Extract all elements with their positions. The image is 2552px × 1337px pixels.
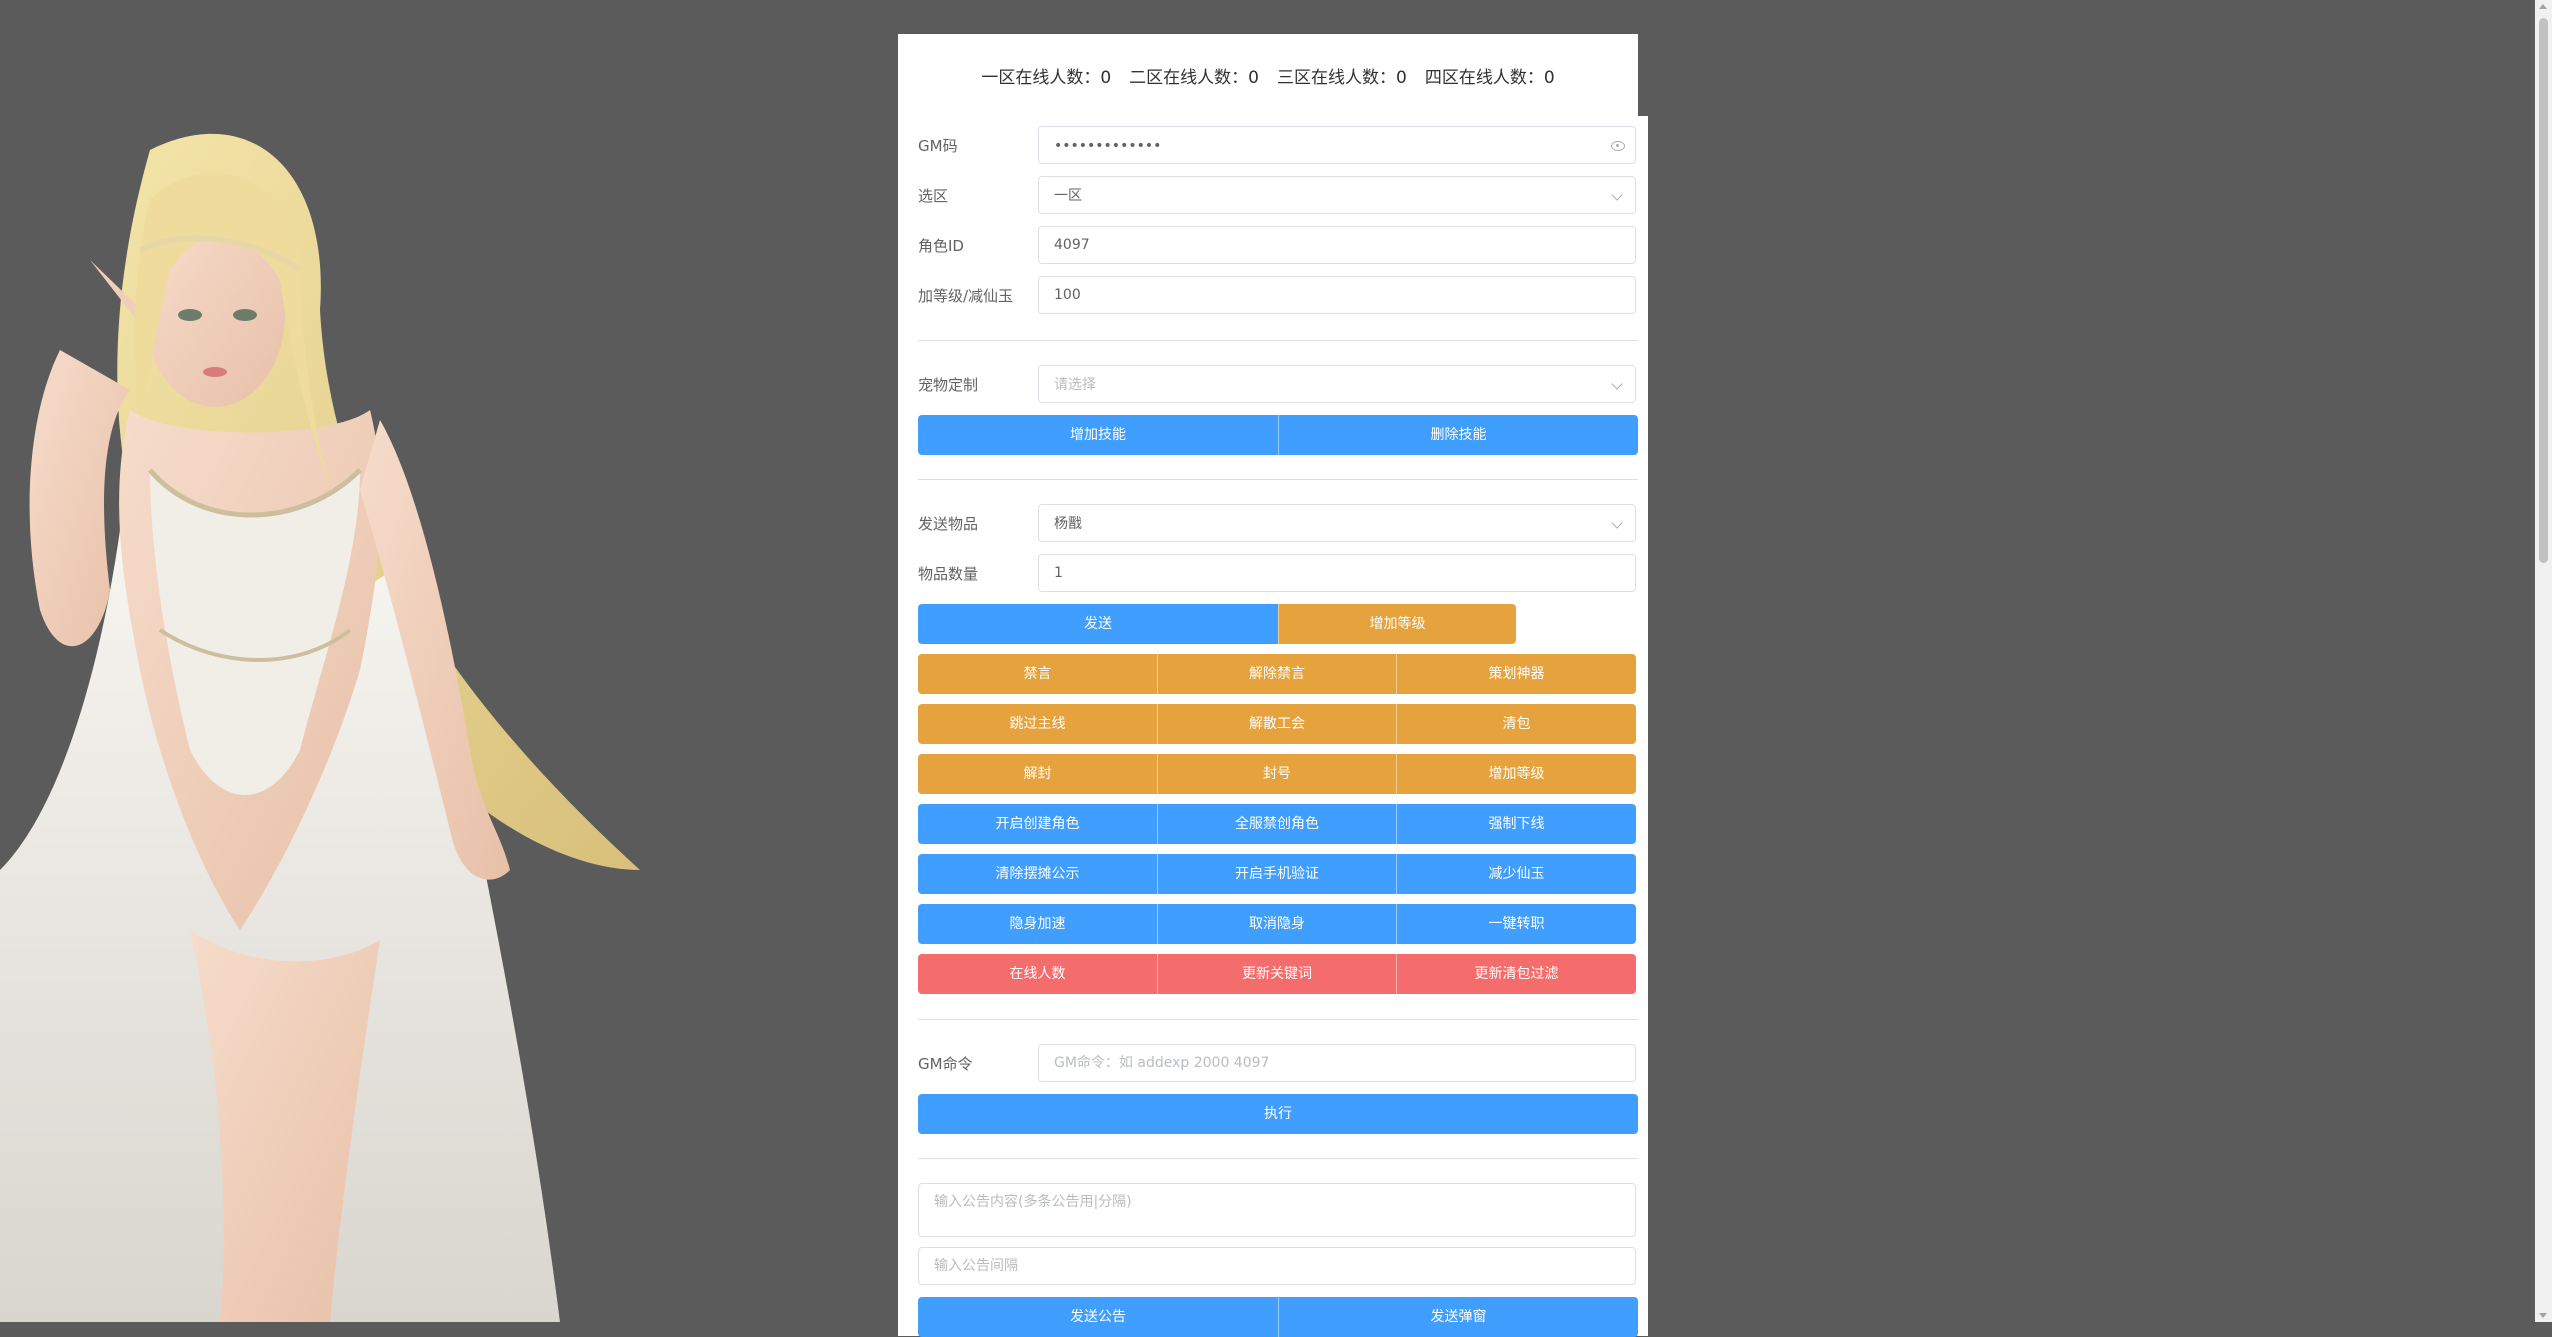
- role-id-input[interactable]: [1038, 226, 1636, 264]
- zone-4-online: 四区在线人数：0: [1424, 67, 1555, 88]
- skip-main-quest-button[interactable]: 跳过主线: [918, 704, 1157, 744]
- level-input[interactable]: [1038, 276, 1636, 314]
- add-skill-button[interactable]: 增加技能: [918, 415, 1278, 455]
- chevron-down-icon: [1611, 189, 1623, 201]
- role-id-label: 角色ID: [918, 237, 964, 255]
- send-item-row: 发送物品 杨戬: [918, 504, 1638, 544]
- add-level-button[interactable]: 增加等级: [1278, 604, 1516, 644]
- zone-select[interactable]: 一区: [1038, 176, 1636, 214]
- character-illustration: [0, 133, 640, 1322]
- execute-button-group: 执行: [918, 1094, 1638, 1134]
- chevron-down-icon: [1611, 517, 1623, 529]
- clear-bag-button[interactable]: 清包: [1396, 704, 1636, 744]
- delete-skill-button[interactable]: 删除技能: [1278, 415, 1638, 455]
- announcement-textarea[interactable]: [918, 1183, 1636, 1237]
- gm-command-label: GM命令: [918, 1055, 973, 1073]
- role-id-row: 角色ID: [918, 226, 1638, 266]
- zone-3-online: 三区在线人数：0: [1277, 67, 1407, 88]
- send-button-group: 发送 增加等级: [918, 604, 1516, 644]
- stealth-speed-button[interactable]: 隐身加速: [918, 904, 1157, 944]
- scroll-thumb[interactable]: [2539, 18, 2548, 563]
- page-scrollbar[interactable]: [2535, 0, 2552, 1322]
- item-count-label: 物品数量: [918, 565, 979, 583]
- disable-create-role-button[interactable]: 全服禁创角色: [1157, 804, 1396, 844]
- update-keywords-button[interactable]: 更新关键词: [1157, 954, 1396, 994]
- level-row: 加等级/减仙玉: [918, 276, 1638, 316]
- gm-tool-panel: GM码 ••••••••••••• 选区 一区 角色ID 加等级/减仙玉 宠物定…: [898, 116, 1648, 1337]
- item-count-input[interactable]: [1038, 554, 1636, 592]
- unmute-button[interactable]: 解除禁言: [1157, 654, 1396, 694]
- zone-label: 选区: [918, 187, 949, 205]
- action-group-4: 开启创建角色 全服禁创角色 强制下线: [918, 804, 1636, 844]
- ban-button[interactable]: 封号: [1157, 754, 1396, 794]
- plan-artifact-button[interactable]: 策划神器: [1396, 654, 1636, 694]
- divider: [918, 1019, 1638, 1020]
- open-phone-verify-button[interactable]: 开启手机验证: [1157, 854, 1396, 894]
- execute-button[interactable]: 执行: [918, 1094, 1638, 1134]
- online-count-button[interactable]: 在线人数: [918, 954, 1157, 994]
- clear-stall-button[interactable]: 清除摆摊公示: [918, 854, 1157, 894]
- zone-row: 选区 一区: [918, 176, 1638, 216]
- gm-code-input[interactable]: •••••••••••••: [1038, 126, 1636, 164]
- send-item-label: 发送物品: [918, 515, 979, 533]
- unban-button[interactable]: 解封: [918, 754, 1157, 794]
- scroll-down-icon[interactable]: [2539, 1313, 2547, 1318]
- announcement-interval-input[interactable]: [918, 1247, 1636, 1285]
- send-button[interactable]: 发送: [918, 604, 1278, 644]
- pet-row: 宠物定制 请选择: [918, 365, 1638, 405]
- force-offline-button[interactable]: 强制下线: [1396, 804, 1636, 844]
- online-status-card: 一区在线人数：0 二区在线人数：0 三区在线人数：0 四区在线人数：0: [898, 34, 1638, 116]
- gm-command-input[interactable]: [1038, 1044, 1636, 1082]
- gm-code-label: GM码: [918, 137, 958, 155]
- action-group-5: 清除摆摊公示 开启手机验证 减少仙玉: [918, 854, 1636, 894]
- send-barrage-button[interactable]: 发送弹窗: [1278, 1297, 1638, 1337]
- action-group-1: 禁言 解除禁言 策划神器: [918, 654, 1636, 694]
- divider: [918, 340, 1638, 341]
- send-announcement-button[interactable]: 发送公告: [918, 1297, 1278, 1337]
- divider: [918, 1158, 1638, 1159]
- zone-1-online: 一区在线人数：0: [981, 67, 1112, 88]
- gm-command-row: GM命令: [918, 1044, 1638, 1084]
- pet-select[interactable]: 请选择: [1038, 365, 1636, 403]
- skill-button-group: 增加技能 删除技能: [918, 415, 1638, 455]
- announcement-button-group: 发送公告 发送弹窗: [918, 1297, 1638, 1337]
- update-clear-filter-button[interactable]: 更新清包过滤: [1396, 954, 1636, 994]
- scroll-up-icon[interactable]: [2539, 4, 2547, 9]
- item-count-row: 物品数量: [918, 554, 1638, 594]
- action-group-7: 在线人数 更新关键词 更新清包过滤: [918, 954, 1636, 994]
- divider: [918, 479, 1638, 480]
- cancel-stealth-button[interactable]: 取消隐身: [1157, 904, 1396, 944]
- add-level-button-2[interactable]: 增加等级: [1396, 754, 1636, 794]
- reduce-jade-button[interactable]: 减少仙玉: [1396, 854, 1636, 894]
- eye-icon[interactable]: [1611, 141, 1625, 151]
- open-create-role-button[interactable]: 开启创建角色: [918, 804, 1157, 844]
- level-label: 加等级/减仙玉: [918, 287, 1014, 305]
- action-group-3: 解封 封号 增加等级: [918, 754, 1636, 794]
- action-group-2: 跳过主线 解散工会 清包: [918, 704, 1636, 744]
- one-click-job-button[interactable]: 一键转职: [1396, 904, 1636, 944]
- mute-button[interactable]: 禁言: [918, 654, 1157, 694]
- pet-label: 宠物定制: [918, 376, 979, 394]
- disband-guild-button[interactable]: 解散工会: [1157, 704, 1396, 744]
- action-group-6: 隐身加速 取消隐身 一键转职: [918, 904, 1636, 944]
- zone-2-online: 二区在线人数：0: [1129, 67, 1259, 88]
- gm-code-row: GM码 •••••••••••••: [918, 126, 1638, 166]
- send-item-select[interactable]: 杨戬: [1038, 504, 1636, 542]
- chevron-down-icon: [1611, 378, 1623, 390]
